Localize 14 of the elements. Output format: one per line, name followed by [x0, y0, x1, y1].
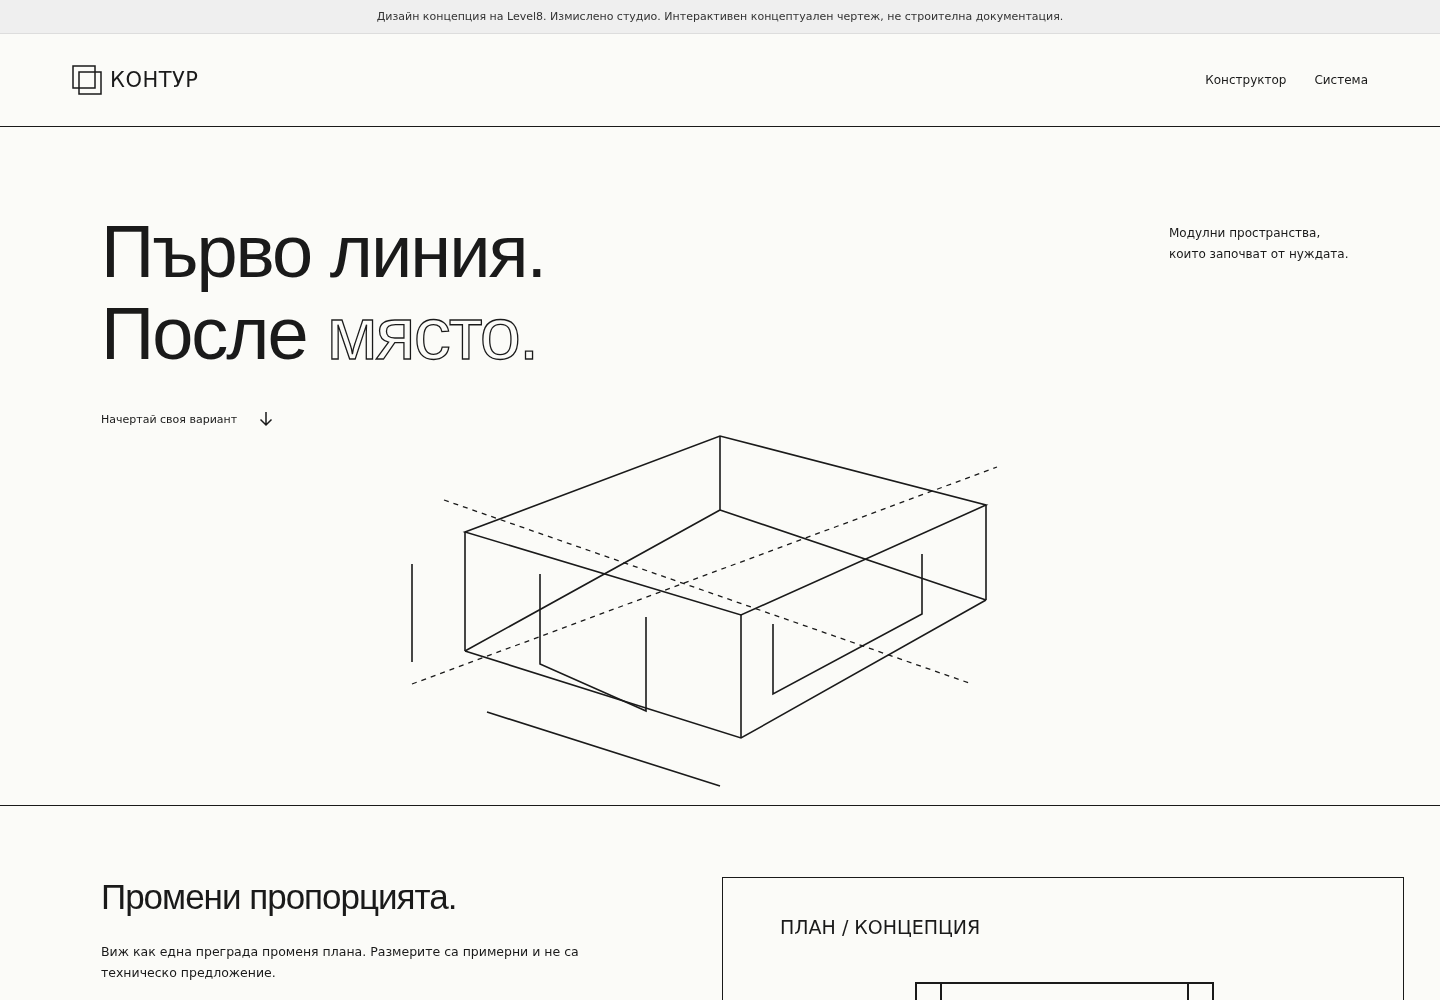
outlined-headline-word: място.: [326, 293, 538, 375]
section-description: Виж как една преграда променя плана. Размерите са примерни и не са техническо предложение.: [101, 943, 580, 982]
notice-text: Дизайн концепция на Level8. Измислено студио. Интерактивен концептуален чертеж, не строителна документация.: [376, 10, 1064, 23]
headline-word: После: [101, 293, 307, 375]
arrow-down-icon: [259, 411, 274, 427]
section-heading: Промени пропорцията.: [101, 877, 458, 917]
plan-title: ПЛАН / КОНЦЕПЦИЯ: [780, 916, 982, 938]
squares-logo-icon: [72, 65, 102, 95]
brand-link[interactable]: КОНТУР: [72, 65, 199, 95]
headline-line: Първо линия.: [101, 211, 546, 293]
draw-variant-link[interactable]: Начертай своя вариант: [101, 411, 274, 427]
nav-link[interactable]: Конструктор: [1205, 73, 1287, 87]
tagline-text: Модулни пространства, които започват от нуждата.: [1169, 225, 1350, 263]
nav-link[interactable]: Система: [1314, 73, 1368, 87]
